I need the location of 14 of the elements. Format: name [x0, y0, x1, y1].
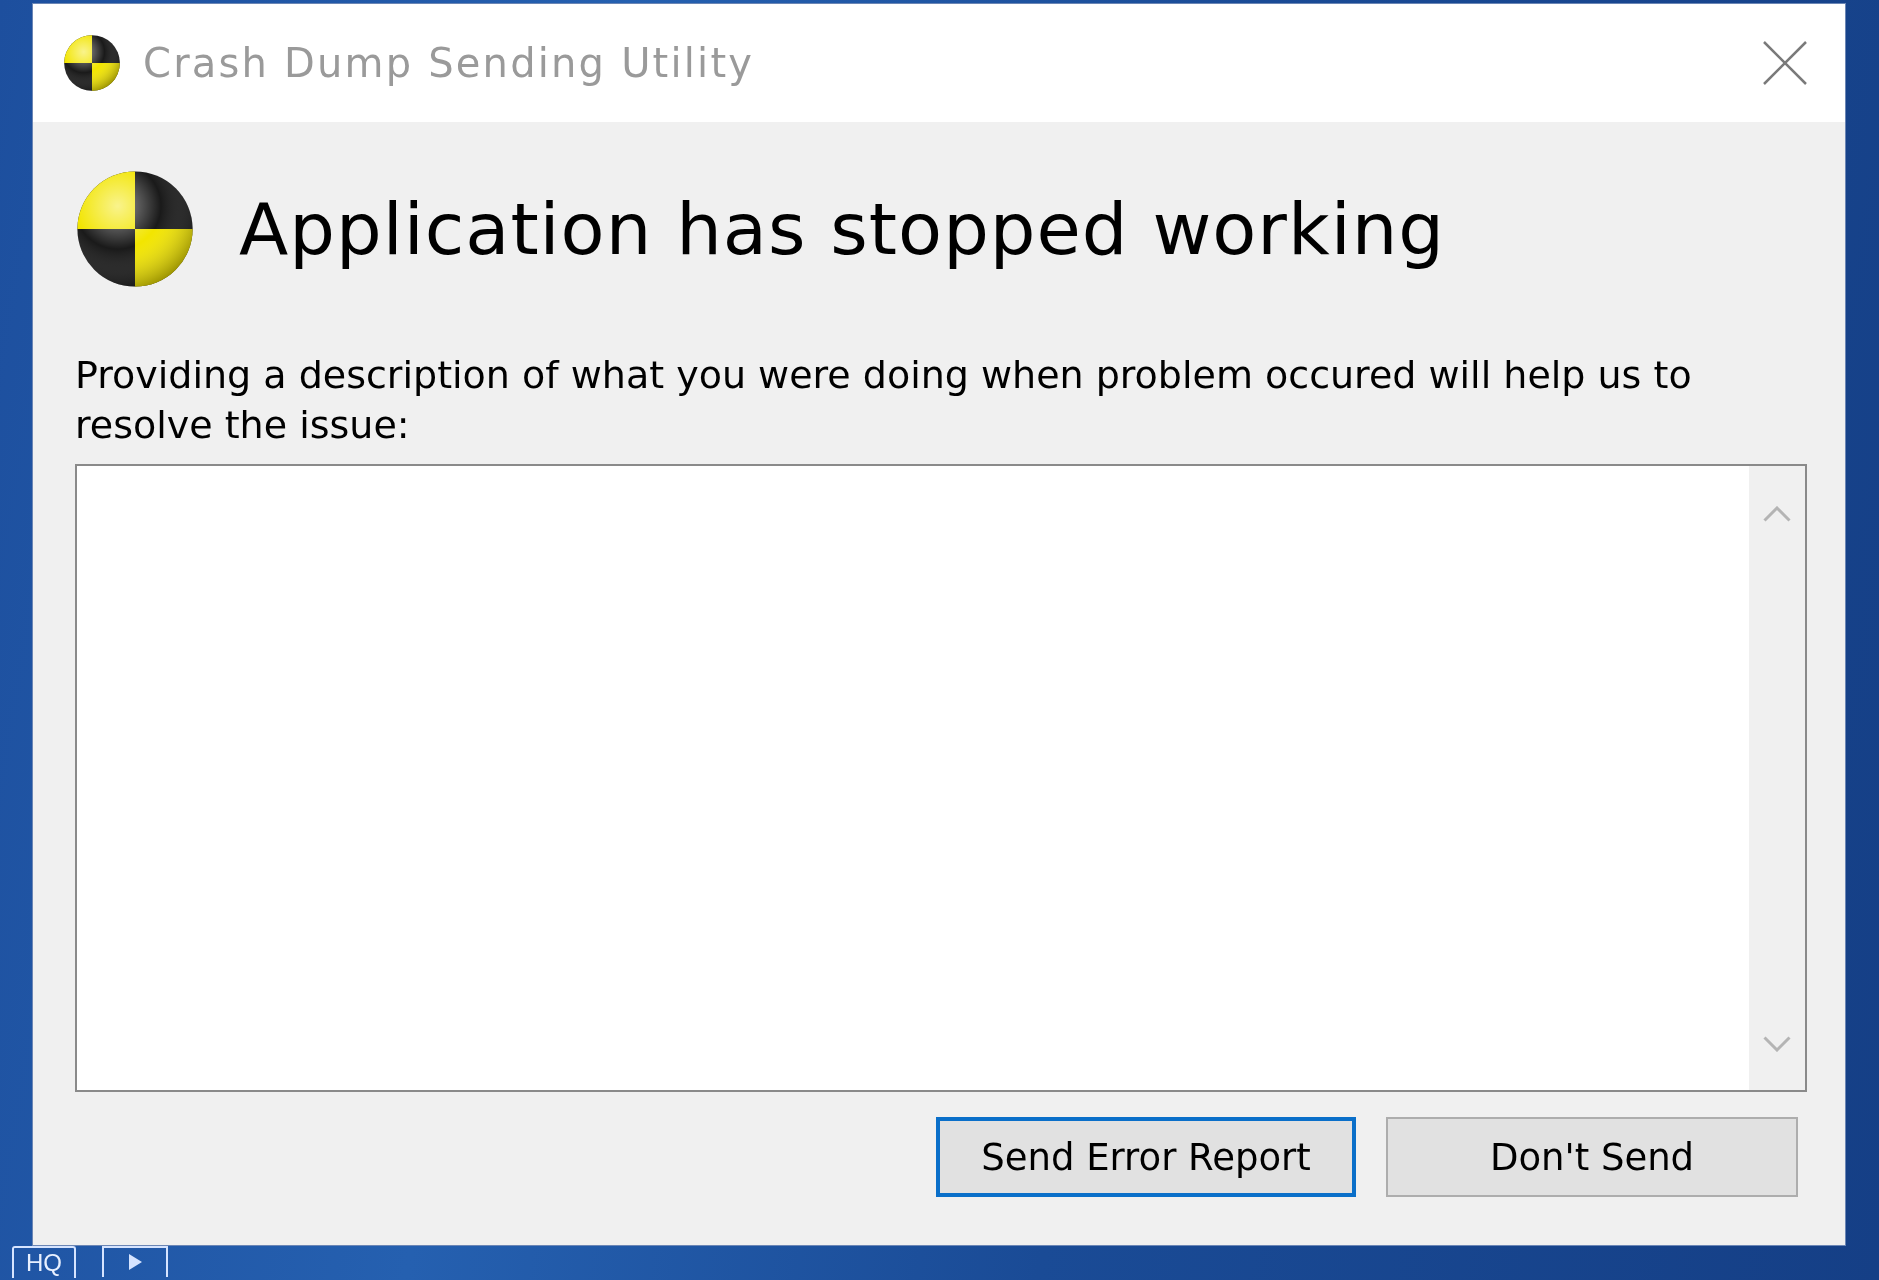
- hq-badge[interactable]: HQ: [12, 1246, 76, 1278]
- quadrant-ball-icon: [63, 34, 121, 92]
- description-field[interactable]: [75, 464, 1807, 1092]
- quadrant-ball-icon: [75, 169, 195, 289]
- dont-send-button[interactable]: Don't Send: [1386, 1117, 1798, 1197]
- play-icon[interactable]: [102, 1246, 168, 1277]
- description-text: Providing a description of what you were doing when problem occured will help us to resolve the issue:: [75, 352, 1693, 449]
- chevron-up-icon[interactable]: [1763, 506, 1791, 522]
- error-heading: Application has stopped working: [239, 187, 1445, 271]
- scrollbar[interactable]: [1749, 466, 1805, 1090]
- window-title: Crash Dump Sending Utility: [143, 40, 756, 86]
- close-icon: [1763, 41, 1807, 85]
- chevron-down-icon[interactable]: [1763, 1036, 1791, 1052]
- send-report-button[interactable]: Send Error Report: [936, 1117, 1356, 1197]
